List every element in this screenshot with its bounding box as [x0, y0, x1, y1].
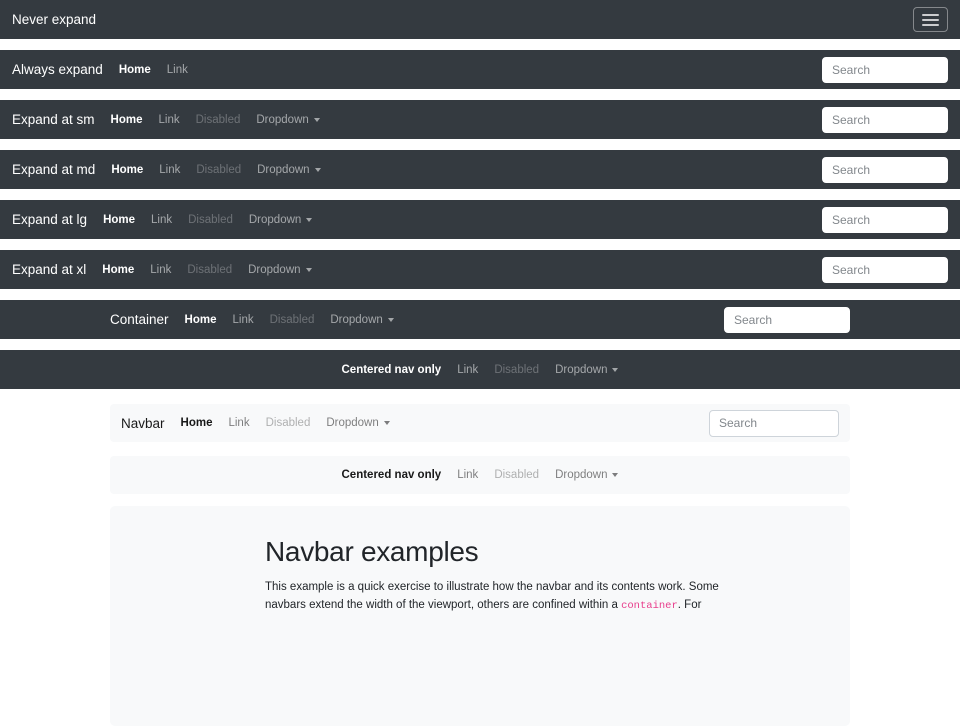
nav-link-link[interactable]: Link [143, 214, 180, 226]
caret-down-icon [612, 473, 618, 477]
nav-link-link[interactable]: Link [159, 64, 196, 76]
search-input[interactable] [709, 410, 839, 437]
nav-links: Home Link Disabled Dropdown [103, 114, 328, 126]
lead-paragraph: This example is a quick exercise to illu… [265, 578, 705, 615]
navbar-brand[interactable]: Always expand [12, 62, 103, 77]
nav-link-link[interactable]: Link [225, 314, 262, 326]
navbar-centered-light: Centered nav only Link Disabled Dropdown [110, 456, 850, 494]
navbar-expand-at-xl: Expand at xl Home Link Disabled Dropdown [0, 250, 960, 289]
caret-down-icon [314, 118, 320, 122]
nav-links: Centered nav only Link Disabled Dropdown [334, 469, 627, 481]
nav-link-link[interactable]: Link [151, 114, 188, 126]
nav-link-link[interactable]: Link [220, 417, 257, 429]
nav-link-disabled: Disabled [179, 264, 240, 276]
nav-link-link[interactable]: Link [449, 364, 486, 376]
nav-link-home[interactable]: Home [177, 314, 225, 326]
nav-links: Home Link Disabled Dropdown [177, 314, 402, 326]
search-input[interactable] [822, 257, 948, 283]
navbar-brand[interactable]: Expand at sm [12, 112, 95, 127]
navbar-always-expand: Always expand Home Link [0, 50, 960, 89]
navbar-light: Navbar Home Link Disabled Dropdown [110, 404, 850, 442]
navbar-expand-at-lg: Expand at lg Home Link Disabled Dropdown [0, 200, 960, 239]
nav-link-dropdown[interactable]: Dropdown [240, 264, 319, 276]
nav-link-disabled: Disabled [180, 214, 241, 226]
nav-link-link[interactable]: Link [151, 164, 188, 176]
nav-link-disabled: Disabled [262, 314, 323, 326]
navbar-brand[interactable]: Expand at lg [12, 212, 87, 227]
nav-link-dropdown[interactable]: Dropdown [249, 164, 328, 176]
navbar-expand-at-md: Expand at md Home Link Disabled Dropdown [0, 150, 960, 189]
nav-links: Home Link Disabled Dropdown [95, 214, 320, 226]
nav-links: Home Link Disabled Dropdown [103, 164, 328, 176]
nav-link-link[interactable]: Link [449, 469, 486, 481]
search-input[interactable] [822, 207, 948, 233]
caret-down-icon [306, 218, 312, 222]
nav-link-home[interactable]: Home [103, 164, 151, 176]
search-input[interactable] [822, 107, 948, 133]
nav-links: Home Link Disabled Dropdown [94, 264, 319, 276]
main-container: Navbar Home Link Disabled Dropdown Cente… [110, 404, 850, 726]
navbar-brand[interactable]: Expand at xl [12, 262, 86, 277]
caret-down-icon [388, 318, 394, 322]
nav-link-disabled: Disabled [486, 469, 547, 481]
nav-link-dropdown[interactable]: Dropdown [547, 364, 626, 376]
jumbotron-content: Navbar examples This example is a quick … [265, 536, 705, 615]
nav-link-disabled: Disabled [188, 164, 249, 176]
search-input[interactable] [724, 307, 850, 333]
caret-down-icon [315, 168, 321, 172]
caret-down-icon [612, 368, 618, 372]
navbar-never-expand: Never expand [0, 0, 960, 39]
navbar-expand-at-sm: Expand at sm Home Link Disabled Dropdown [0, 100, 960, 139]
nav-link-home[interactable]: Home [103, 114, 151, 126]
navbar-brand[interactable]: Container [110, 312, 169, 327]
caret-down-icon [306, 268, 312, 272]
nav-link-link[interactable]: Link [142, 264, 179, 276]
nav-link-centered-nav-only[interactable]: Centered nav only [334, 364, 450, 376]
nav-link-dropdown[interactable]: Dropdown [318, 417, 397, 429]
lead-line-1: This example is a quick exercise to illu… [265, 578, 705, 596]
search-input[interactable] [822, 157, 948, 183]
nav-link-dropdown[interactable]: Dropdown [322, 314, 401, 326]
lead-line-2: navbars extend the width of the viewport… [265, 596, 705, 615]
jumbotron: Navbar examples This example is a quick … [110, 506, 850, 726]
nav-link-home[interactable]: Home [95, 214, 143, 226]
container-code-text: container [621, 600, 678, 612]
nav-link-disabled: Disabled [486, 364, 547, 376]
nav-links: Home Link Disabled Dropdown [173, 417, 398, 429]
caret-down-icon [384, 421, 390, 425]
navbar-brand[interactable]: Navbar [121, 416, 165, 431]
nav-links: Home Link [111, 64, 196, 76]
nav-link-disabled: Disabled [188, 114, 249, 126]
navbar-centered-dark: Centered nav only Link Disabled Dropdown [0, 350, 960, 389]
nav-link-dropdown[interactable]: Dropdown [241, 214, 320, 226]
nav-link-home[interactable]: Home [173, 417, 221, 429]
navbar-container-inner: Container Home Link Disabled Dropdown [110, 307, 850, 333]
page-title: Navbar examples [265, 536, 705, 568]
navbar-container: Container Home Link Disabled Dropdown [0, 300, 960, 339]
navbar-toggler-button[interactable] [913, 7, 948, 32]
nav-link-dropdown[interactable]: Dropdown [547, 469, 626, 481]
nav-link-disabled: Disabled [258, 417, 319, 429]
search-input[interactable] [822, 57, 948, 83]
nav-link-dropdown[interactable]: Dropdown [248, 114, 327, 126]
nav-link-centered-nav-only[interactable]: Centered nav only [334, 469, 450, 481]
nav-link-home[interactable]: Home [111, 64, 159, 76]
navbar-brand[interactable]: Never expand [12, 12, 96, 27]
navbar-brand[interactable]: Expand at md [12, 162, 95, 177]
nav-links: Centered nav only Link Disabled Dropdown [334, 364, 627, 376]
nav-link-home[interactable]: Home [94, 264, 142, 276]
